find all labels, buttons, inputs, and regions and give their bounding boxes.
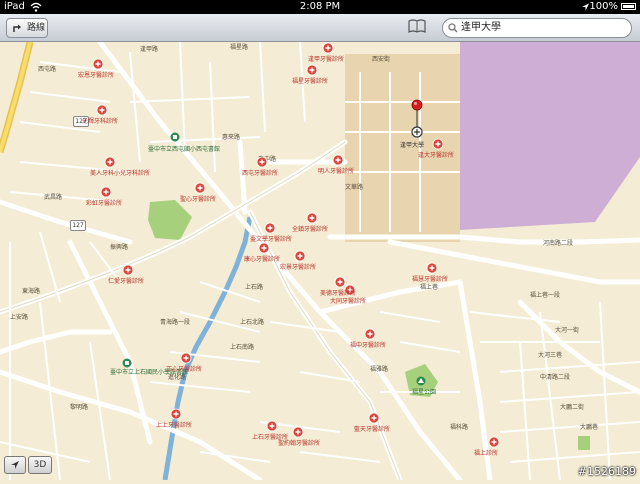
medical-poi-icon[interactable] <box>256 156 268 168</box>
medical-poi-icon[interactable] <box>334 276 346 288</box>
battery-percent: 100% <box>589 1 618 12</box>
medical-poi-icon[interactable] <box>364 328 376 340</box>
poi-label: 臺文學牙醫診所 <box>250 236 293 243</box>
medical-poi-icon[interactable] <box>322 42 334 54</box>
poi-label: 上上牙醫診所 <box>156 422 193 429</box>
medical-poi-icon[interactable] <box>104 156 116 168</box>
poi-label: 逢大牙醫診所 <box>418 152 455 159</box>
search-input[interactable]: 逢甲大學 <box>442 18 632 38</box>
medical-poi-icon[interactable] <box>194 182 206 194</box>
poi-label: 藍天牙醫診所 <box>354 426 391 433</box>
poi-label: 逢甲牙醫診所 <box>308 56 345 63</box>
medical-poi-icon[interactable] <box>332 154 344 166</box>
poi-label: 聖心牙醫診所 <box>180 196 217 203</box>
status-bar: iPad 2:08 PM 100% <box>0 0 640 14</box>
directions-button[interactable]: 路線 <box>6 18 48 38</box>
poi-label: 彩虹牙醫診所 <box>86 200 123 207</box>
medical-poi-icon[interactable] <box>170 408 182 420</box>
medical-poi-icon[interactable] <box>266 420 278 432</box>
search-icon <box>448 23 458 33</box>
poi-label: 西屯牙醫診所 <box>242 170 279 177</box>
watermark: #1526189 <box>577 465 636 478</box>
poi-label: 宏恩牙醫診所 <box>78 72 115 79</box>
current-location-button[interactable] <box>4 456 26 474</box>
school-icon <box>170 132 180 142</box>
clock: 2:08 PM <box>299 1 341 12</box>
poi-label: 光輝牙科診所 <box>82 118 119 125</box>
medical-poi-icon[interactable] <box>488 436 500 448</box>
medical-poi-icon[interactable] <box>368 412 380 424</box>
medical-poi-icon[interactable] <box>96 104 108 116</box>
medical-poi-icon[interactable] <box>264 222 276 234</box>
medical-poi-icon[interactable] <box>306 64 318 76</box>
medical-poi-icon[interactable] <box>122 264 134 276</box>
poi-label: 明人牙醫診所 <box>318 168 355 175</box>
medical-poi-icon[interactable] <box>306 212 318 224</box>
poi-label: 宏景牙醫診所 <box>280 264 317 271</box>
poi-label: 福星牙醫診所 <box>292 78 329 85</box>
poi-label: 全鎮牙醫診所 <box>292 226 329 233</box>
search-value: 逢甲大學 <box>461 22 501 33</box>
medical-poi-icon[interactable] <box>92 58 104 70</box>
battery-icon <box>621 3 636 10</box>
3d-view-button[interactable]: 3D <box>28 456 52 474</box>
medical-poi-icon[interactable] <box>100 186 112 198</box>
poi-layer <box>92 42 500 448</box>
medical-poi-icon[interactable] <box>180 352 192 364</box>
turn-arrow-icon <box>13 24 21 32</box>
medical-poi-icon[interactable] <box>294 250 306 262</box>
bookmarks-icon[interactable] <box>408 19 426 33</box>
directions-label: 路線 <box>27 23 46 33</box>
poi-label: 聖約翰牙醫診所 <box>278 440 321 447</box>
poi-label: 福上診所 <box>474 450 499 457</box>
poi-label: 福中牙醫診所 <box>350 342 387 349</box>
medical-poi-icon[interactable] <box>258 242 270 254</box>
medical-poi-icon[interactable] <box>426 262 438 274</box>
medical-poi-icon[interactable] <box>432 138 444 150</box>
park-icon <box>416 376 426 386</box>
poi-label: 福慧牙醫診所 <box>412 276 449 283</box>
school-icon <box>122 358 132 368</box>
location-arrow-icon <box>11 461 19 469</box>
poi-label: 正心牙醫診所 <box>166 366 203 373</box>
medical-poi-icon[interactable] <box>292 426 304 438</box>
poi-label: 大同牙醫診所 <box>330 298 367 305</box>
poi-label: 康心牙醫診所 <box>244 256 281 263</box>
map-view[interactable]: 127 127 西屯路 逢甲路 西安街 文華路 福星路 河南路二段 上石路 青海… <box>0 39 640 483</box>
search-result-pin[interactable] <box>408 98 426 140</box>
poi-label: 美人牙科小兒牙科診所 <box>90 170 151 177</box>
poi-label: 仁愛牙醫診所 <box>108 278 145 285</box>
